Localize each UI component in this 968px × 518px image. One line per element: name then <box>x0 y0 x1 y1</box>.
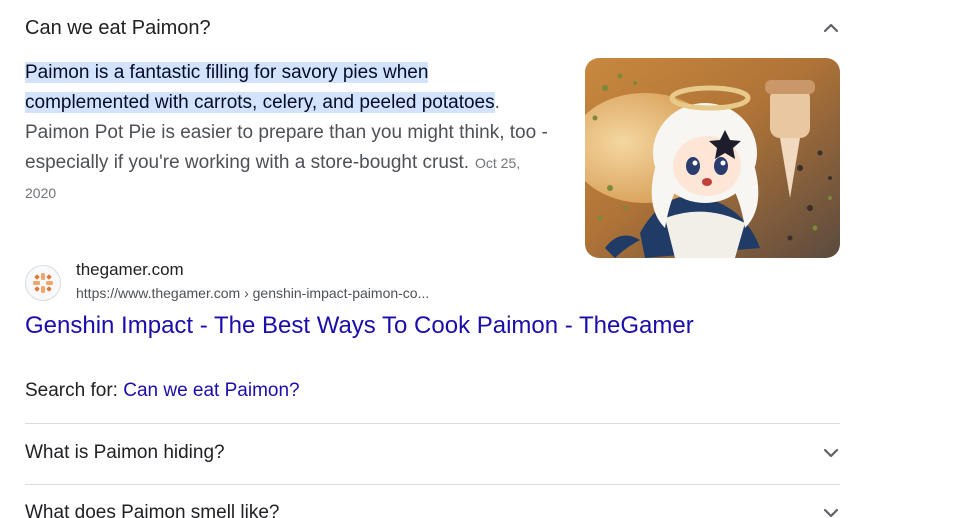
expanded-question-header[interactable]: Can we eat Paimon? <box>25 14 840 42</box>
question-title: Can we eat Paimon? <box>25 16 211 39</box>
answer-highlight-line-2: complemented with carrots, celery, and p… <box>25 92 495 113</box>
search-for-query-link[interactable]: Can we eat Paimon? <box>123 380 299 401</box>
divider <box>25 423 840 424</box>
answer-period: . <box>494 92 500 113</box>
site-url[interactable]: https://www.thegamer.com › genshin-impac… <box>76 282 429 304</box>
answer-rest: Paimon Pot Pie is easier to prepare than… <box>25 122 548 173</box>
related-question-row[interactable]: What is Paimon hiding? <box>25 439 840 467</box>
chevron-down-icon[interactable] <box>822 504 840 518</box>
divider <box>25 484 840 485</box>
people-also-ask-panel: Can we eat Paimon? Paimon is a fantastic… <box>0 0 968 518</box>
result-title-link[interactable]: Genshin Impact - The Best Ways To Cook P… <box>25 312 694 340</box>
site-name: thegamer.com <box>76 260 184 279</box>
answer-snippet: Paimon is a fantastic filling for savory… <box>25 58 550 208</box>
search-for: Search for: Can we eat Paimon? <box>25 380 300 402</box>
thegamer-favicon-icon <box>25 265 61 301</box>
search-for-label: Search for: <box>25 380 124 401</box>
related-question-row[interactable]: What does Paimon smell like? <box>25 499 840 518</box>
result-source[interactable]: thegamer.com https://www.thegamer.com › … <box>25 258 429 304</box>
paimon-thumbnail-image[interactable] <box>585 58 840 258</box>
related-question-text: What does Paimon smell like? <box>25 502 280 518</box>
chevron-up-icon[interactable] <box>822 19 840 37</box>
answer-highlight-line-1: Paimon is a fantastic filling for savory… <box>25 62 429 83</box>
source-text: thegamer.com https://www.thegamer.com › … <box>76 258 429 304</box>
chevron-down-icon[interactable] <box>822 444 840 462</box>
related-question-text: What is Paimon hiding? <box>25 442 225 463</box>
